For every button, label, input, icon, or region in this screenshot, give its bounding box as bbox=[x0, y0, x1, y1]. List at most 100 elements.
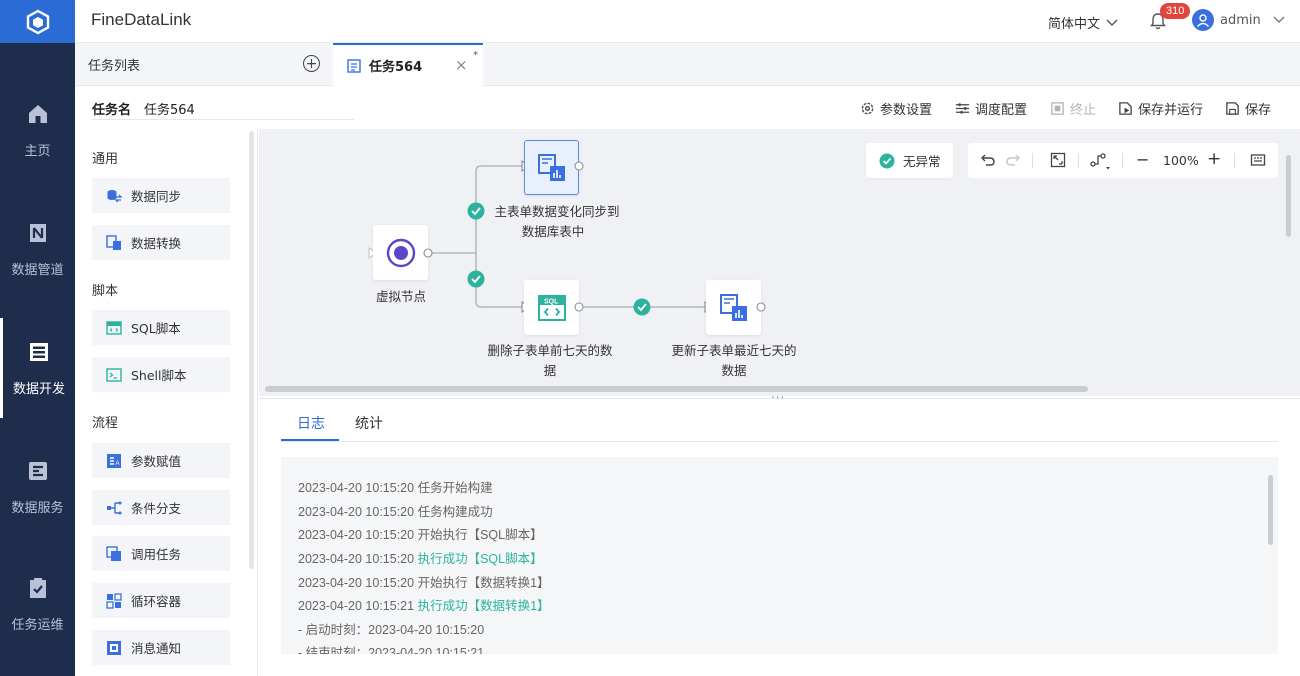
palette-item-condition[interactable]: 条件分支 bbox=[92, 490, 230, 525]
zoom-out-button[interactable]: − bbox=[1136, 150, 1149, 169]
task-name-input[interactable]: 任务564 bbox=[144, 99, 195, 118]
data-sync-icon bbox=[107, 189, 122, 202]
stop-label: 终止 bbox=[1070, 103, 1097, 118]
palette-item-call-task[interactable]: 调用任务 bbox=[92, 536, 230, 571]
output-port[interactable] bbox=[574, 161, 584, 171]
palette-item-loop[interactable]: 循环容器 bbox=[92, 583, 230, 618]
data-sync-node[interactable] bbox=[524, 140, 579, 195]
stop-button[interactable]: 终止 bbox=[1050, 99, 1096, 118]
minimap-icon[interactable] bbox=[1250, 152, 1266, 168]
tab-label: 任务564 bbox=[369, 60, 423, 75]
task-list-tab[interactable]: 任务列表 + bbox=[75, 43, 333, 86]
home-icon bbox=[28, 104, 47, 123]
active-tab-indicator bbox=[281, 439, 339, 441]
success-check-icon bbox=[467, 202, 485, 220]
params-label: 参数设置 bbox=[880, 103, 933, 118]
nav-item-dev[interactable]: 数据开发 bbox=[0, 318, 75, 418]
sliders-icon bbox=[955, 103, 970, 114]
ops-icon bbox=[29, 577, 46, 598]
tab-task564[interactable]: 任务564 × * bbox=[333, 43, 483, 86]
log-line: - 结束时刻：2023-04-20 10:15:21 bbox=[298, 642, 484, 654]
palette-item-shell[interactable]: Shell脚本 bbox=[92, 357, 230, 392]
validation-status[interactable]: 无异常 bbox=[866, 143, 953, 178]
log-line: - 启动时刻：2023-04-20 10:15:20 bbox=[298, 619, 484, 638]
save-icon bbox=[1226, 102, 1239, 115]
output-port[interactable] bbox=[423, 248, 433, 258]
log-time: 2023-04-20 10:15:20 bbox=[298, 576, 415, 590]
notification-badge: 310 bbox=[1160, 3, 1191, 19]
success-check-icon bbox=[467, 270, 485, 288]
app-logo[interactable] bbox=[0, 0, 75, 43]
data-transform-node[interactable] bbox=[706, 280, 761, 335]
palette-item-data-sync[interactable]: 数据同步 bbox=[92, 178, 230, 213]
save-run-button[interactable]: 保存并运行 bbox=[1118, 99, 1203, 118]
success-check-icon bbox=[879, 153, 895, 168]
tabs-bar: 任务列表 + 任务564 × * bbox=[75, 43, 1300, 86]
palette-item-label: SQL脚本 bbox=[131, 321, 181, 336]
log-line: 2023-04-20 10:15:20 开始执行【SQL脚本】 bbox=[298, 524, 543, 543]
message-icon bbox=[107, 640, 121, 655]
params-button[interactable]: 参数设置 bbox=[860, 99, 932, 118]
nav-label: 任务运维 bbox=[11, 617, 64, 633]
virtual-node[interactable] bbox=[373, 225, 428, 280]
palette-item-notify[interactable]: 消息通知 bbox=[92, 630, 230, 665]
canvas-horizontal-scrollbar[interactable] bbox=[265, 386, 1088, 392]
log-time: 2023-04-20 10:15:20 bbox=[298, 481, 415, 495]
log-scrollbar[interactable] bbox=[1268, 475, 1273, 545]
log-time: - 启动时刻：2023-04-20 10:15:20 bbox=[298, 623, 485, 637]
palette-item-data-transform[interactable]: 数据转换 bbox=[92, 225, 230, 260]
nav-item-pipeline[interactable]: 数据管道 bbox=[0, 199, 75, 299]
save-run-label: 保存并运行 bbox=[1138, 103, 1204, 118]
node-label-line: 数据库表中 bbox=[521, 224, 585, 239]
dev-icon bbox=[30, 342, 48, 361]
language-selector[interactable]: 简体中文 bbox=[1048, 13, 1118, 32]
log-panel: 日志 统计 2023-04-20 10:15:20 任务开始构建 2023-04… bbox=[259, 398, 1300, 676]
log-line: 2023-04-20 10:15:20 执行成功【SQL脚本】 bbox=[298, 548, 543, 567]
chevron-down-icon bbox=[1273, 16, 1285, 23]
output-port[interactable] bbox=[756, 302, 766, 312]
node-label-line: 数据 bbox=[721, 363, 747, 378]
log-time: 2023-04-20 10:15:21 bbox=[298, 599, 415, 613]
nav-item-ops[interactable]: 任务运维 bbox=[0, 554, 75, 654]
log-time: 2023-04-20 10:15:20 bbox=[298, 505, 415, 519]
call-task-icon bbox=[106, 545, 121, 561]
canvas-vertical-scrollbar[interactable] bbox=[1286, 155, 1291, 237]
palette-item-label: 条件分支 bbox=[131, 501, 182, 516]
task-name-label: 任务名 bbox=[92, 103, 132, 118]
schedule-button[interactable]: 调度配置 bbox=[955, 99, 1027, 118]
sql-script-icon bbox=[106, 320, 122, 335]
layout-icon[interactable] bbox=[1090, 152, 1112, 170]
palette-item-label: 数据同步 bbox=[131, 189, 182, 204]
sql-script-node[interactable]: SQL bbox=[524, 280, 579, 335]
add-task-icon[interactable]: + bbox=[303, 55, 320, 72]
nav-item-home[interactable]: 主页 bbox=[0, 80, 75, 180]
param-assign-icon: A bbox=[107, 453, 121, 468]
tab-stats[interactable]: 统计 bbox=[355, 413, 383, 433]
username: admin bbox=[1220, 12, 1261, 28]
left-nav: 主页 数据管道 数据开发 数据服务 任务运维 bbox=[0, 43, 75, 676]
user-menu[interactable]: admin bbox=[1192, 9, 1285, 31]
task-name-underline bbox=[92, 119, 354, 120]
palette-scrollbar[interactable] bbox=[249, 131, 254, 569]
undo-icon[interactable] bbox=[980, 152, 996, 168]
palette-item-sql[interactable]: SQL脚本 bbox=[92, 310, 230, 345]
gear-icon bbox=[861, 102, 874, 115]
tab-log[interactable]: 日志 bbox=[297, 413, 325, 433]
close-icon[interactable]: × bbox=[455, 56, 468, 74]
palette-item-param-assign[interactable]: A 参数赋值 bbox=[92, 443, 230, 478]
zoom-in-button[interactable]: + bbox=[1207, 149, 1221, 169]
palette-item-label: Shell脚本 bbox=[131, 368, 187, 383]
workflow-canvas[interactable]: 虚拟节点 主表单数据变化同步到 数据库表中 SQL 删除子表单前七天的数 据 更… bbox=[259, 129, 1300, 405]
stop-icon bbox=[1051, 102, 1064, 115]
palette-item-label: 消息通知 bbox=[131, 641, 182, 656]
redo-icon[interactable] bbox=[1005, 152, 1021, 168]
save-run-icon bbox=[1119, 102, 1132, 115]
divider bbox=[1234, 153, 1235, 168]
fit-view-icon[interactable] bbox=[1050, 152, 1066, 168]
node-label-line: 删除子表单前七天的数 bbox=[487, 343, 613, 358]
save-button[interactable]: 保存 bbox=[1225, 99, 1271, 118]
nav-item-service[interactable]: 数据服务 bbox=[0, 437, 75, 537]
output-port[interactable] bbox=[574, 302, 584, 312]
top-bar: FineDataLink 简体中文 310 admin bbox=[0, 0, 1300, 43]
avatar bbox=[1192, 9, 1214, 31]
